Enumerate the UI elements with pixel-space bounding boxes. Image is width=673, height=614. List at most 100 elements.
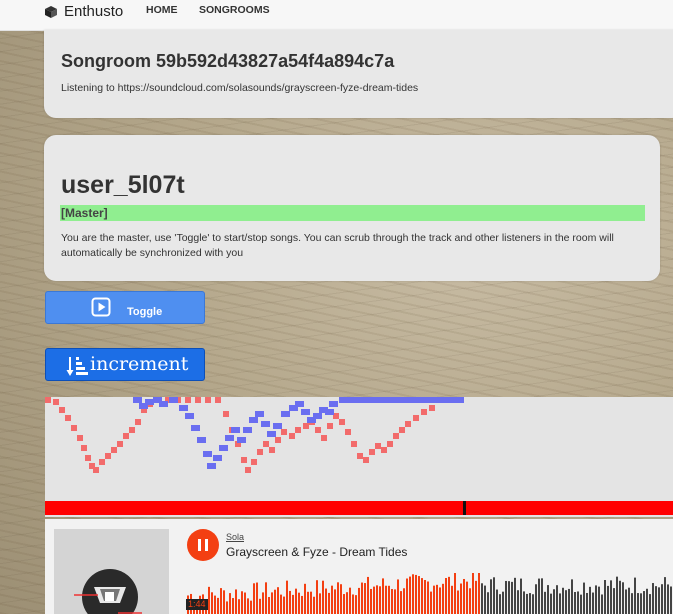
waveform-bar <box>316 580 318 614</box>
waveform-bar <box>457 590 459 614</box>
waveform-bar <box>355 595 357 614</box>
pause-icon <box>198 539 201 551</box>
uploader-link[interactable]: Sola <box>226 532 244 542</box>
master-label: [Master] <box>61 206 108 220</box>
trace-segment <box>185 413 194 419</box>
trace-segment <box>375 443 381 449</box>
trace-segment <box>387 441 393 447</box>
trace-segment <box>159 401 168 407</box>
waveform-bar <box>442 583 444 614</box>
waveform-bar <box>247 598 249 614</box>
waveform-bar <box>436 584 438 614</box>
waveform-bar <box>394 589 396 614</box>
waveform-bar <box>535 584 537 614</box>
waveform-bar <box>577 591 579 614</box>
waveform-bar <box>553 589 555 614</box>
scrub-marker[interactable] <box>463 501 466 515</box>
track-title[interactable]: Grayscreen & Fyze - Dream Tides <box>226 545 407 559</box>
pause-button[interactable] <box>187 529 219 561</box>
waveform-bar <box>421 578 423 614</box>
waveform-bar <box>439 587 441 614</box>
trace-segment <box>289 433 295 439</box>
trace-segment <box>255 411 264 417</box>
trace-segment <box>357 453 363 459</box>
trace-segment <box>219 445 228 451</box>
waveform-bar <box>349 587 351 614</box>
listening-url: Listening to https://soundcloud.com/sola… <box>61 82 419 94</box>
waveform-bar <box>427 581 429 614</box>
waveform-bar <box>376 585 378 614</box>
waveform-bar <box>220 588 222 614</box>
trace-segment <box>345 429 351 435</box>
waveform-bar <box>214 595 216 614</box>
waveform-bar <box>454 573 456 614</box>
waveform-bar <box>337 582 339 614</box>
trace-segment <box>381 447 387 453</box>
brand-link[interactable]: Enthusto <box>44 3 123 20</box>
waveform-bar <box>361 582 363 614</box>
toggle-button[interactable]: Toggle <box>45 291 205 324</box>
waveform-bar <box>262 592 264 614</box>
trace-segment <box>223 411 229 417</box>
waveform-bar <box>478 573 480 614</box>
waveform-bar <box>658 587 660 614</box>
trace-segment <box>340 397 464 403</box>
waveform-bar <box>520 578 522 614</box>
sync-visualizer[interactable] <box>45 397 673 517</box>
songroom-card: Songroom 59b592d43827a54f4a894c7a Listen… <box>44 30 673 118</box>
waveform-bar <box>664 577 666 614</box>
trace-segment <box>261 421 270 427</box>
waveform-bar <box>346 592 348 614</box>
waveform-bar <box>409 576 411 614</box>
trace-segment <box>169 397 178 403</box>
waveform-bar <box>268 597 270 614</box>
waveform-bar <box>649 594 651 614</box>
waveform-bar <box>631 593 633 614</box>
artwork-image <box>54 529 169 614</box>
trace-segment <box>185 397 191 403</box>
waveform-bar <box>613 588 615 614</box>
waveform-bar <box>634 577 636 614</box>
waveform-bar <box>208 586 210 614</box>
waveform-bar <box>580 594 582 614</box>
waveform-bar <box>556 585 558 614</box>
increment-button[interactable]: increment <box>45 348 205 381</box>
scrub-progress-bar[interactable] <box>45 501 673 515</box>
nav-songrooms-link[interactable]: SONGROOMS <box>199 4 270 16</box>
trace-segment <box>325 409 334 415</box>
waveform-bar <box>562 587 564 614</box>
waveform-bar <box>487 592 489 614</box>
trace-segment <box>327 423 333 429</box>
trace-segment <box>205 397 211 403</box>
trace-segment <box>301 409 310 415</box>
waveform-bar <box>619 580 621 614</box>
trace-segment <box>257 449 263 455</box>
trace-segment <box>77 435 83 441</box>
waveform-bar <box>466 581 468 614</box>
waveform-bar <box>277 587 279 614</box>
waveform-bar <box>463 578 465 614</box>
waveform-bar <box>424 579 426 614</box>
waveform-bar <box>379 586 381 614</box>
track-artwork <box>54 529 169 614</box>
elapsed-time: 1:44 <box>186 599 208 610</box>
waveform-bar <box>385 585 387 614</box>
trace-segment <box>245 467 251 473</box>
trace-segment <box>329 401 338 407</box>
waveform-bar <box>223 590 225 614</box>
trace-segment <box>321 435 327 441</box>
waveform-bar <box>652 583 654 614</box>
waveform-bar <box>574 592 576 614</box>
waveform[interactable] <box>187 571 673 614</box>
user-card: user_5l07t [Master] You are the master, … <box>44 135 660 281</box>
trace-segment <box>53 399 59 405</box>
nav-home-link[interactable]: HOME <box>146 4 178 16</box>
waveform-bar <box>625 589 627 614</box>
waveform-bar <box>217 597 219 614</box>
trace-segment <box>45 397 51 403</box>
waveform-bar <box>586 592 588 614</box>
waveform-bar <box>310 591 312 614</box>
waveform-bar <box>571 579 573 614</box>
waveform-bar <box>229 593 231 614</box>
trace-segment <box>267 431 276 437</box>
